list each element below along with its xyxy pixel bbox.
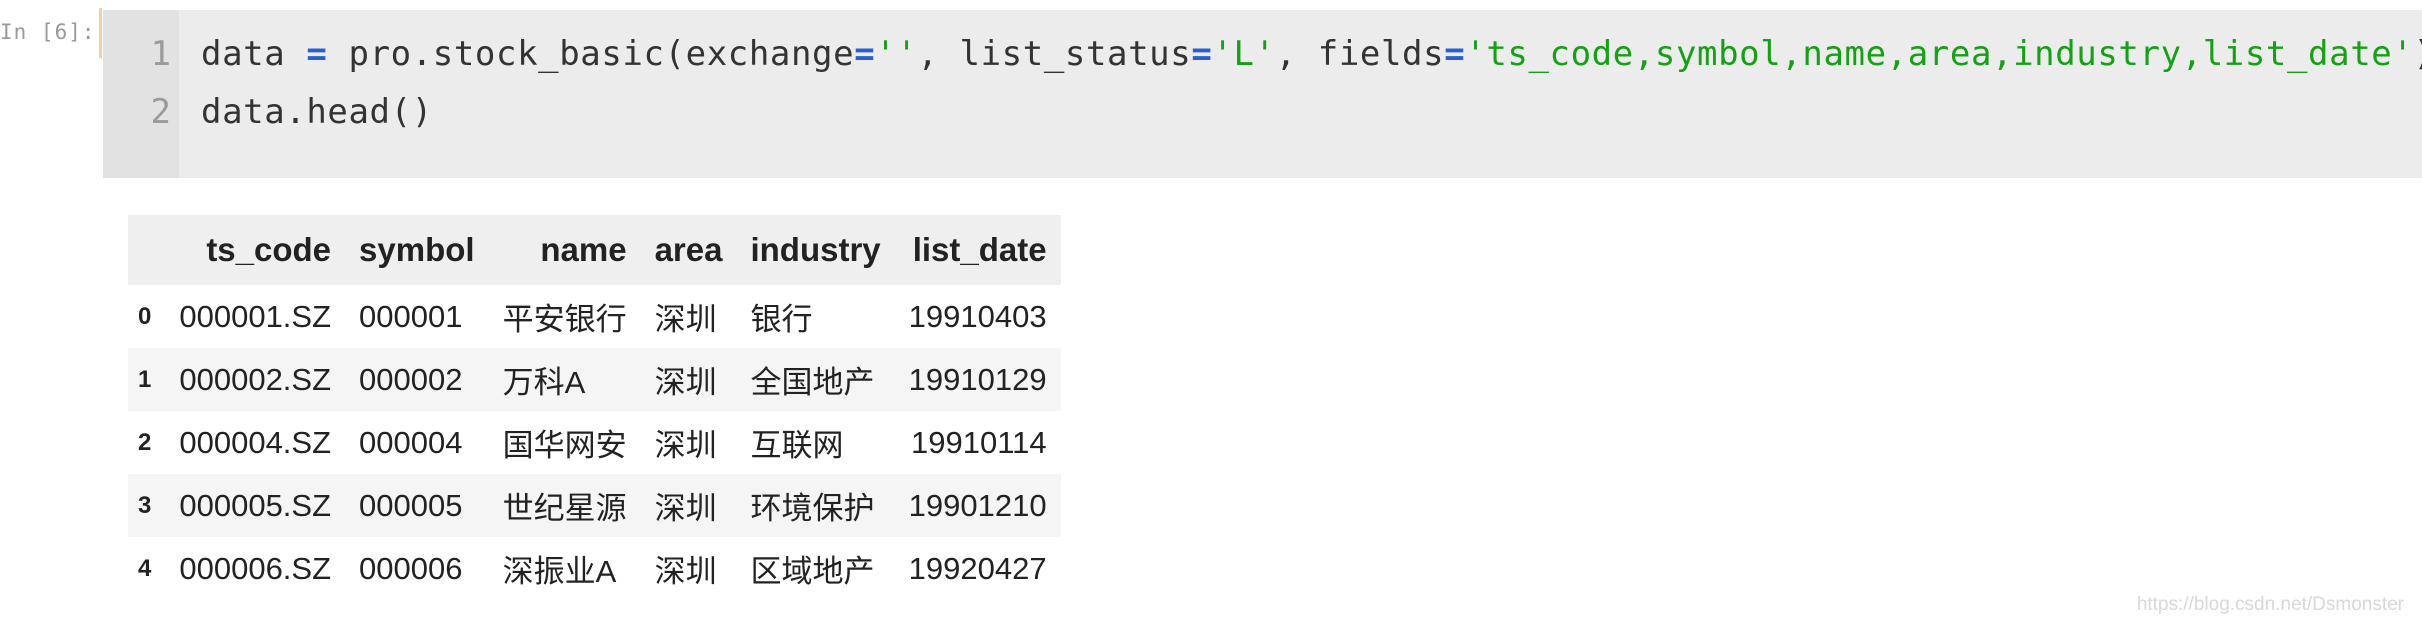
cell-ts-code: 000002.SZ — [179, 361, 332, 397]
table-header-row: ts_code symbol name area industry list_d… — [128, 215, 1061, 285]
cell-ts-code: 000005.SZ — [179, 487, 332, 523]
cell-list-date: 19910403 — [908, 298, 1047, 334]
cell-area: 深圳 — [654, 554, 717, 589]
cell-ts-code: 000001.SZ — [179, 298, 332, 334]
column-header: name — [540, 231, 627, 268]
line-number-gutter: 1 2 — [103, 10, 179, 178]
cell-industry: 全国地产 — [750, 365, 875, 400]
row-index: 1 — [138, 365, 152, 393]
code-token-plain: data.head() — [201, 92, 433, 132]
cell-name: 世纪星源 — [502, 491, 627, 526]
column-header: symbol — [359, 231, 475, 268]
code-line[interactable]: data.head() — [201, 92, 433, 132]
code-line[interactable]: data = pro.stock_basic(exchange='', list… — [201, 34, 2422, 74]
dataframe-table: ts_code symbol name area industry list_d… — [128, 215, 1061, 600]
cell-name: 深振业A — [502, 554, 617, 589]
cell-symbol: 000004 — [359, 424, 463, 460]
column-header: industry — [750, 231, 881, 268]
code-token-op: = — [854, 34, 876, 74]
cell-ts-code: 000006.SZ — [179, 550, 332, 586]
table-row: 0 000001.SZ 000001 平安银行 深圳 银行 19910403 — [128, 285, 1061, 348]
cell-list-date: 19910114 — [910, 424, 1047, 460]
code-token-op: = — [306, 34, 328, 74]
cell-name: 万科A — [502, 365, 586, 400]
code-token-op: = — [1444, 34, 1466, 74]
cell-symbol: 000001 — [359, 298, 463, 334]
table-row: 1 000002.SZ 000002 万科A 深圳 全国地产 19910129 — [128, 348, 1061, 411]
cell-output: ts_code symbol name area industry list_d… — [128, 215, 1061, 600]
cell-symbol: 000005 — [359, 487, 463, 523]
row-index: 4 — [138, 554, 152, 582]
code-token-op: = — [1191, 34, 1213, 74]
row-index: 2 — [138, 428, 152, 456]
watermark-url: https://blog.csdn.net/Dsmonster — [2136, 594, 2404, 615]
cell-focus-marker — [99, 8, 102, 58]
cell-industry: 环境保护 — [750, 491, 875, 526]
code-token-str: 'ts_code,symbol,name,area,industry,list_… — [1465, 34, 2414, 74]
cell-industry: 互联网 — [750, 428, 844, 463]
cell-area: 深圳 — [654, 491, 717, 526]
column-header: list_date — [912, 231, 1047, 268]
code-token-plain: pro.stock_basic(exchange — [327, 34, 855, 74]
cell-symbol: 000006 — [359, 550, 463, 586]
cell-list-date: 19910129 — [908, 361, 1047, 397]
cell-industry: 银行 — [750, 302, 813, 337]
line-number: 1 — [150, 34, 171, 74]
table-row: 2 000004.SZ 000004 国华网安 深圳 互联网 19910114 — [128, 411, 1061, 474]
code-token-plain: , list_status — [917, 34, 1192, 74]
cell-symbol: 000002 — [359, 361, 463, 397]
code-token-plain: data — [201, 34, 307, 74]
code-token-str: 'L' — [1212, 34, 1276, 74]
table-row: 4 000006.SZ 000006 深振业A 深圳 区域地产 19920427 — [128, 537, 1061, 600]
cell-name: 平安银行 — [502, 302, 627, 337]
code-token-plain: ) — [2413, 34, 2422, 74]
cell-name: 国华网安 — [502, 428, 627, 463]
index-header — [128, 215, 165, 285]
line-number: 2 — [150, 92, 171, 132]
row-index: 3 — [138, 491, 152, 519]
cell-area: 深圳 — [654, 365, 717, 400]
table-row: 3 000005.SZ 000005 世纪星源 深圳 环境保护 19901210 — [128, 474, 1061, 537]
cell-area: 深圳 — [654, 428, 717, 463]
cell-list-date: 19901210 — [908, 487, 1047, 523]
cell-area: 深圳 — [654, 302, 717, 337]
row-index: 0 — [138, 302, 152, 330]
code-token-plain: , fields — [1275, 34, 1445, 74]
cell-list-date: 19920427 — [908, 550, 1047, 586]
column-header: area — [654, 231, 723, 268]
code-cell[interactable]: In [6]: 1 2 data = pro.stock_basic(excha… — [0, 0, 2422, 178]
code-token-str: '' — [875, 34, 918, 74]
cell-ts-code: 000004.SZ — [179, 424, 332, 460]
cell-industry: 区域地产 — [750, 554, 875, 589]
column-header: ts_code — [206, 231, 332, 268]
cell-prompt: In [6]: — [0, 20, 96, 44]
code-editor[interactable]: 1 2 data = pro.stock_basic(exchange='', … — [103, 10, 2422, 178]
